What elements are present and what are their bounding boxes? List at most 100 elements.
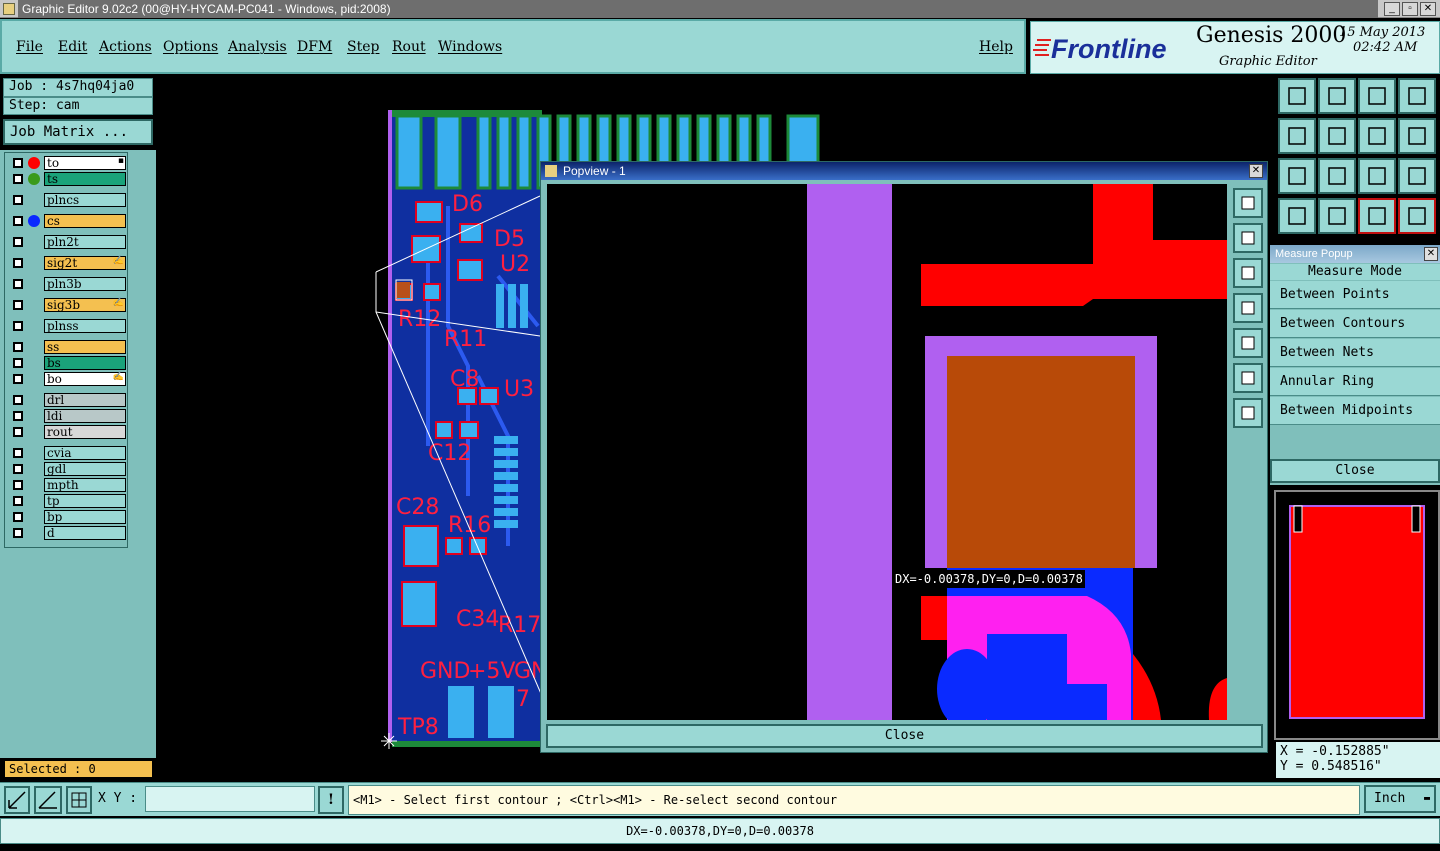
layer-row-tp[interactable]: tp [8, 494, 126, 508]
layer-name[interactable]: cs [44, 214, 126, 228]
layer-checkbox[interactable] [13, 448, 23, 458]
layer-row-plnss[interactable]: plnss [8, 319, 126, 333]
measure-between-points[interactable]: Between Points [1270, 281, 1440, 309]
xy-input[interactable] [145, 786, 315, 812]
layer-checkbox[interactable] [13, 358, 23, 368]
layer-row-drl[interactable]: drl [8, 393, 126, 407]
layer-name[interactable]: cvia [44, 446, 126, 460]
layer-row-d[interactable]: d [8, 526, 126, 540]
layer-checkbox[interactable] [13, 258, 23, 268]
layer-row-gdl[interactable]: gdl [8, 462, 126, 476]
step-left-icon[interactable] [1278, 118, 1316, 154]
menu-file[interactable]: File [16, 39, 43, 55]
layer-row-pln3b[interactable]: pln3b [8, 277, 126, 291]
measure-between-midpoints[interactable]: Between Midpoints [1270, 397, 1440, 425]
split-icon[interactable] [1398, 78, 1436, 114]
layer-name[interactable]: ts [44, 172, 126, 186]
layer-name[interactable]: to [44, 156, 126, 170]
layer-checkbox[interactable] [13, 480, 23, 490]
layer-name[interactable]: ldi [44, 409, 126, 423]
layer-checkbox[interactable] [13, 342, 23, 352]
layer-checkbox[interactable] [13, 427, 23, 437]
layer-checkbox[interactable] [13, 411, 23, 421]
measure-between-nets[interactable]: Between Nets [1270, 339, 1440, 367]
menu-help[interactable]: Help [979, 39, 1013, 55]
measure-between-contours[interactable]: Between Contours [1270, 310, 1440, 338]
close-window-button[interactable]: ✕ [1420, 2, 1436, 16]
layer-row-pln2t[interactable]: pln2t [8, 235, 126, 249]
layer-row-bp[interactable]: bp [8, 510, 126, 524]
layer-name[interactable]: pln2t [44, 235, 126, 249]
layer-row-cvia[interactable]: cvia [8, 446, 126, 460]
layer-name[interactable]: ss [44, 340, 126, 354]
measure-close-icon[interactable]: ✕ [1424, 247, 1438, 261]
layer-name[interactable]: gdl [44, 462, 126, 476]
layer-checkbox[interactable] [13, 496, 23, 506]
menu-windows[interactable]: Windows [438, 39, 502, 55]
layer-name[interactable]: plnss [44, 319, 126, 333]
layer-checkbox[interactable] [13, 237, 23, 247]
snap-tool-icon[interactable] [4, 786, 30, 814]
house-icon[interactable] [1358, 78, 1396, 114]
layer-checkbox[interactable] [13, 395, 23, 405]
layers-blue-icon[interactable] [1398, 198, 1436, 234]
layer-row-bs[interactable]: bs [8, 356, 126, 370]
layer-checkbox[interactable] [13, 216, 23, 226]
menu-dfm[interactable]: DFM [297, 39, 332, 55]
menu-edit[interactable]: Edit [58, 39, 87, 55]
mirror-icon[interactable] [1358, 118, 1396, 154]
layer-checkbox[interactable] [13, 158, 23, 168]
scale-1-2-icon[interactable] [1358, 158, 1396, 194]
layer-row-ts[interactable]: ts [8, 172, 126, 186]
layer-checkbox[interactable] [13, 374, 23, 384]
layer-row-bo[interactable]: bo ✍ [8, 372, 126, 386]
layer-checkbox[interactable] [13, 528, 23, 538]
layer-row-to[interactable]: to ▪ [8, 156, 126, 170]
layer-row-sig3b[interactable]: sig3b ✍ [8, 298, 126, 312]
angle-tool-icon[interactable] [34, 786, 62, 814]
help-icon[interactable] [1398, 158, 1436, 194]
layer-checkbox[interactable] [13, 195, 23, 205]
layer-name[interactable]: bp [44, 510, 126, 524]
popview-canvas[interactable]: DX=-0.00378,DY=0,D=0.00378 [547, 184, 1227, 720]
snake-icon[interactable] [1398, 118, 1436, 154]
layer-name[interactable]: plncs [44, 193, 126, 207]
pan-left-icon[interactable] [1233, 293, 1263, 323]
units-select[interactable]: Inch ▬ [1364, 785, 1436, 813]
layer-row-ldi[interactable]: ldi [8, 409, 126, 423]
layer-checkbox[interactable] [13, 512, 23, 522]
fit-window-icon[interactable] [1233, 363, 1263, 393]
layer-row-ss[interactable]: ss [8, 340, 126, 354]
pan-right-icon[interactable] [1233, 328, 1263, 358]
layer-checkbox[interactable] [13, 321, 23, 331]
zoom-fit-icon[interactable] [1233, 188, 1263, 218]
save-icon[interactable] [1318, 78, 1356, 114]
layer-row-plncs[interactable]: plncs [8, 193, 126, 207]
layer-checkbox[interactable] [13, 300, 23, 310]
center-view-icon[interactable] [1318, 158, 1356, 194]
layer-name[interactable]: mpth [44, 478, 126, 492]
layer-checkbox[interactable] [13, 464, 23, 474]
menu-actions[interactable]: Actions [99, 39, 152, 55]
fit-icon[interactable] [1278, 158, 1316, 194]
job-matrix-button[interactable]: Job Matrix ... [3, 119, 153, 145]
zoom-out-icon[interactable] [1233, 258, 1263, 288]
layer-checkbox[interactable] [13, 279, 23, 289]
layer-row-mpth[interactable]: mpth [8, 478, 126, 492]
minimize-button[interactable]: _ [1384, 2, 1400, 16]
zoom-in-icon[interactable] [1233, 223, 1263, 253]
popview-close-button[interactable]: Close [546, 724, 1263, 748]
layer-name[interactable]: rout [44, 425, 126, 439]
measure-close-button[interactable]: Close [1270, 459, 1440, 483]
menu-rout[interactable]: Rout [392, 39, 426, 55]
grid-tool-icon[interactable] [66, 786, 92, 814]
measure-annular-ring[interactable]: Annular Ring [1270, 368, 1440, 396]
layer-name[interactable]: bs [44, 356, 126, 370]
home-icon[interactable] [1278, 78, 1316, 114]
popview-close-icon[interactable]: ✕ [1249, 164, 1263, 178]
menu-step[interactable]: Step [347, 39, 379, 55]
settings-icon[interactable] [1278, 198, 1316, 234]
layer-row-sig2t[interactable]: sig2t ✍ [8, 256, 126, 270]
step-right-icon[interactable] [1318, 118, 1356, 154]
layer-name[interactable]: drl [44, 393, 126, 407]
